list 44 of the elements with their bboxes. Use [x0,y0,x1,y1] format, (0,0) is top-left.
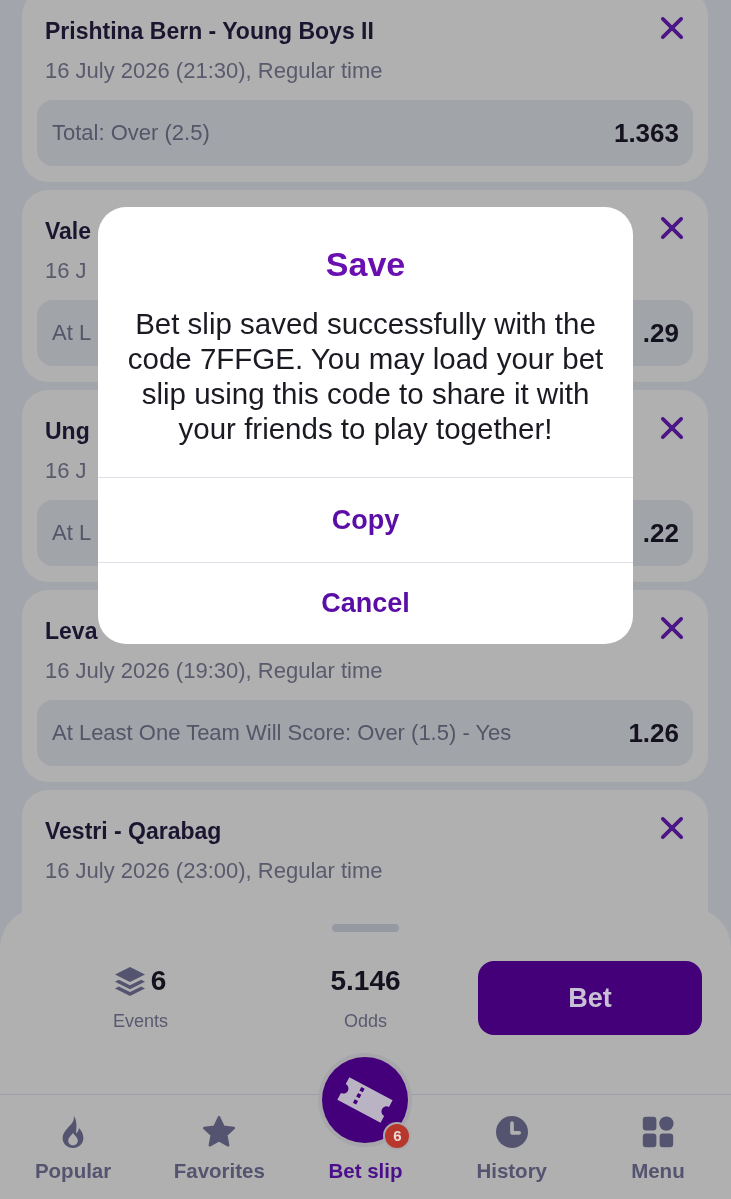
match-date: 16 J [45,259,87,283]
events-label: Events [113,1010,168,1032]
grid-icon [641,1116,674,1148]
count-badge: 6 [383,1122,412,1150]
star-icon [203,1116,236,1148]
dialog-title: Save [325,244,406,284]
dialog-button[interactable]: Cancel [98,562,633,644]
selection-label: At Least One Team Will Score: Over (1.5) - Yes [52,720,512,746]
odds-value: 1.363 [613,117,679,149]
bet-button[interactable]: Bet [478,961,702,1035]
nav-tab[interactable]: 6 Bet slip [292,1053,439,1199]
odds-value: .22 [642,517,679,549]
close-icon[interactable] [661,817,683,839]
match-date: 16 J [45,459,87,483]
odds-value: 1.26 [628,717,679,749]
odds-value: .29 [642,317,679,349]
nav-tab[interactable]: Favorites [146,1095,293,1199]
total-odds: 5.146 [330,965,401,997]
dialog-button[interactable]: Copy [98,477,633,562]
match-date: 16 July 2026 (19:30), Regular time [45,659,383,683]
selection-label: At L [52,520,92,546]
nav-tab[interactable]: History [438,1095,585,1199]
match-date: 16 July 2026 (23:00), Regular time [45,859,383,883]
match-date: 16 July 2026 (21:30), Regular time [45,59,383,83]
nav-tab[interactable]: Popular [0,1095,147,1199]
close-icon[interactable] [661,417,683,439]
drag-handle[interactable] [332,924,399,932]
nav-tab[interactable]: Menu [584,1095,731,1199]
odds-label: Odds [344,1010,387,1032]
selection-label: Total: Over (2.5) [52,120,210,146]
match-title: Vale [45,217,92,245]
match-title: Prishtina Bern - Young Boys II [45,17,374,45]
close-icon[interactable] [661,217,683,239]
clock-icon [495,1116,528,1148]
match-title: Leva [45,617,98,645]
layers-icon [114,966,145,996]
close-icon[interactable] [661,617,683,639]
match-title: Vestri - Qarabag [45,817,222,845]
events-count: 6 [150,965,167,997]
dialog-message: Bet slip saved successfully with the code 7FFGE. You may load your bet slip using this code to share it with your friends to play together! [126,306,605,446]
ticket-icon[interactable] [318,1053,413,1147]
close-icon[interactable] [661,17,683,39]
selection-label: At L [52,320,92,346]
match-title: Ung [45,417,90,445]
